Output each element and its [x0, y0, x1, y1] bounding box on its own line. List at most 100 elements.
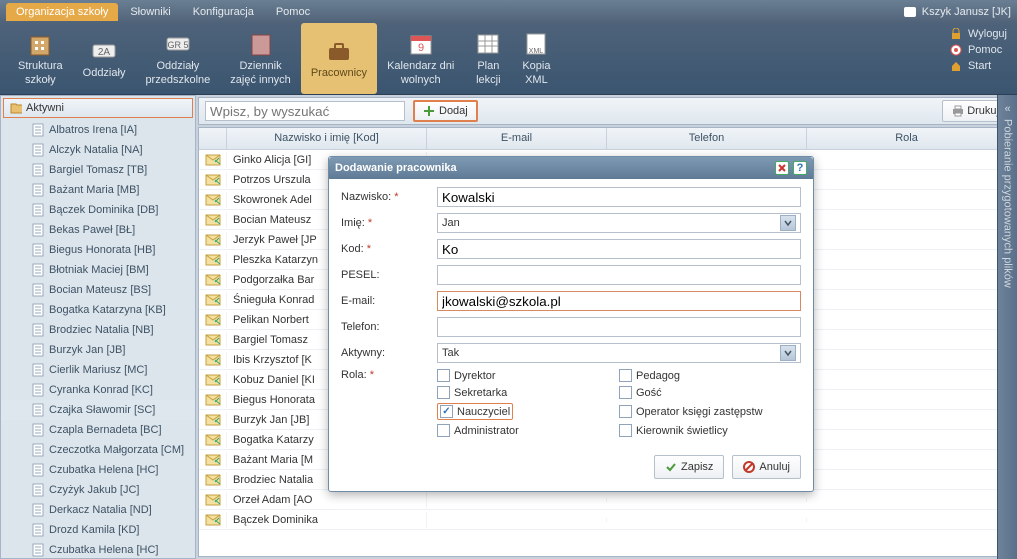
ribbon-oddzialy[interactable]: 2AOddziały: [73, 23, 136, 94]
th-name[interactable]: Nazwisko i imię [Kod]: [227, 128, 427, 149]
sidebar-item[interactable]: Czubatka Helena [HC]: [1, 540, 195, 558]
sidebar-item-label: Czubatka Helena [HC]: [49, 544, 158, 556]
row-edit-icon[interactable]: [199, 412, 227, 428]
input-pesel[interactable]: [437, 265, 801, 285]
ribbon-struktura[interactable]: Struktura szkoły: [8, 23, 73, 94]
tab-org[interactable]: Organizacja szkoły: [6, 3, 118, 21]
calendar-icon: 9: [407, 30, 435, 58]
ribbon-dziennik[interactable]: Dziennik zajęć innych: [220, 23, 301, 94]
tab-config[interactable]: Konfiguracja: [183, 3, 264, 21]
cell-name: Bączek Dominika: [227, 512, 427, 528]
save-label: Zapisz: [681, 461, 713, 473]
sidebar-item[interactable]: Czeczotka Małgorzata [CM]: [1, 440, 195, 460]
th-pin[interactable]: [199, 128, 227, 149]
start-button[interactable]: Start: [950, 59, 1007, 73]
page-icon: [31, 123, 45, 137]
input-kod[interactable]: [437, 239, 801, 259]
cell-role: [807, 498, 1007, 502]
input-telefon[interactable]: [437, 317, 801, 337]
logout-button[interactable]: Wyloguj: [950, 27, 1007, 41]
sidebar-item-label: Bażant Maria [MB]: [49, 184, 139, 196]
tab-dict[interactable]: Słowniki: [120, 3, 180, 21]
ribbon-xml[interactable]: XMLKopia XML: [512, 23, 560, 94]
add-employee-modal: Dodawanie pracownika ? Nazwisko: * Imię:…: [328, 156, 814, 492]
sidebar-item[interactable]: Albatros Irena [IA]: [1, 120, 195, 140]
row-edit-icon[interactable]: [199, 272, 227, 288]
help-button[interactable]: Pomoc: [950, 43, 1007, 57]
role-checkbox[interactable]: Pedagog: [619, 369, 801, 382]
sidebar-item[interactable]: Bączek Dominika [DB]: [1, 200, 195, 220]
row-edit-icon[interactable]: [199, 292, 227, 308]
input-nazwisko[interactable]: [437, 187, 801, 207]
row-edit-icon[interactable]: [199, 452, 227, 468]
cancel-button[interactable]: Anuluj: [732, 455, 801, 479]
sidebar-item[interactable]: Bażant Maria [MB]: [1, 180, 195, 200]
sidebar-list[interactable]: Albatros Irena [IA]Alczyk Natalia [NA]Ba…: [1, 120, 195, 558]
row-edit-icon[interactable]: [199, 492, 227, 508]
sidebar-item[interactable]: Alczyk Natalia [NA]: [1, 140, 195, 160]
sidebar-item[interactable]: Czubatka Helena [HC]: [1, 460, 195, 480]
role-checkbox[interactable]: Operator księgi zastępstw: [619, 403, 801, 420]
row-edit-icon[interactable]: [199, 192, 227, 208]
sidebar-header[interactable]: Aktywni: [3, 98, 193, 118]
th-role[interactable]: Rola: [807, 128, 1007, 149]
row-edit-icon[interactable]: [199, 372, 227, 388]
table-row[interactable]: Orzeł Adam [AOTak: [199, 490, 1014, 510]
select-imie[interactable]: Jan: [437, 213, 801, 233]
role-checkbox[interactable]: Kierownik świetlicy: [619, 424, 801, 437]
sidebar-item[interactable]: Biegus Honorata [HB]: [1, 240, 195, 260]
search-input[interactable]: [205, 101, 405, 121]
sidebar-item[interactable]: Bogatka Katarzyna [KB]: [1, 300, 195, 320]
row-edit-icon[interactable]: [199, 212, 227, 228]
role-checkbox[interactable]: Administrator: [437, 424, 619, 437]
row-edit-icon[interactable]: [199, 332, 227, 348]
ribbon-label: Struktura szkoły: [18, 60, 63, 86]
sidebar-item[interactable]: Bargiel Tomasz [TB]: [1, 160, 195, 180]
input-email[interactable]: [437, 291, 801, 311]
th-email[interactable]: E-mail: [427, 128, 607, 149]
sidebar-item[interactable]: Burzyk Jan [JB]: [1, 340, 195, 360]
sidebar-item[interactable]: Czapla Bernadeta [BC]: [1, 420, 195, 440]
sidebar-item[interactable]: Drozd Kamila [KD]: [1, 520, 195, 540]
printer-icon: [951, 105, 963, 117]
ribbon-pracownicy[interactable]: Pracownicy: [301, 23, 377, 94]
side-tab-downloads[interactable]: « Pobieranie przygotowanych plików: [997, 95, 1017, 559]
sidebar-item[interactable]: Czyżyk Jakub [JC]: [1, 480, 195, 500]
role-checkbox[interactable]: ✓Nauczyciel: [437, 403, 513, 420]
sidebar-item[interactable]: Brodziec Natalia [NB]: [1, 320, 195, 340]
role-checkbox[interactable]: Sekretarka: [437, 386, 619, 399]
row-edit-icon[interactable]: [199, 432, 227, 448]
modal-header[interactable]: Dodawanie pracownika ?: [329, 157, 813, 179]
add-button[interactable]: Dodaj: [413, 100, 478, 122]
row-edit-icon[interactable]: [199, 172, 227, 188]
row-edit-icon[interactable]: [199, 392, 227, 408]
role-checkbox[interactable]: Dyrektor: [437, 369, 619, 382]
sidebar-item[interactable]: Błotniak Maciej [BM]: [1, 260, 195, 280]
sidebar-item[interactable]: Cierlik Mariusz [MC]: [1, 360, 195, 380]
row-edit-icon[interactable]: [199, 512, 227, 528]
logout-label: Wyloguj: [968, 28, 1007, 40]
tab-help[interactable]: Pomoc: [266, 3, 320, 21]
save-button[interactable]: Zapisz: [654, 455, 724, 479]
sidebar-item[interactable]: Bekas Paweł [BŁ]: [1, 220, 195, 240]
th-phone[interactable]: Telefon: [607, 128, 807, 149]
sidebar-item[interactable]: Derkacz Natalia [ND]: [1, 500, 195, 520]
close-icon[interactable]: [775, 161, 789, 175]
row-edit-icon[interactable]: [199, 352, 227, 368]
sidebar-item[interactable]: Czajka Sławomir [SC]: [1, 400, 195, 420]
row-edit-icon[interactable]: [199, 152, 227, 168]
sidebar-item[interactable]: Bocian Mateusz [BS]: [1, 280, 195, 300]
row-edit-icon[interactable]: [199, 232, 227, 248]
select-aktywny[interactable]: Tak: [437, 343, 801, 363]
sidebar-item[interactable]: Cyranka Konrad [KC]: [1, 380, 195, 400]
ribbon-kalendarz[interactable]: 9Kalendarz dni wolnych: [377, 23, 464, 94]
table-row[interactable]: Bączek DominikaTak: [199, 510, 1014, 530]
sidebar-item-label: Czajka Sławomir [SC]: [49, 404, 155, 416]
row-edit-icon[interactable]: [199, 312, 227, 328]
ribbon-przedszkolne[interactable]: GR 5Oddziały przedszkolne: [135, 23, 220, 94]
row-edit-icon[interactable]: [199, 472, 227, 488]
ribbon-plan[interactable]: Plan lekcji: [464, 23, 512, 94]
row-edit-icon[interactable]: [199, 252, 227, 268]
help-icon[interactable]: ?: [793, 161, 807, 175]
role-checkbox[interactable]: Gość: [619, 386, 801, 399]
